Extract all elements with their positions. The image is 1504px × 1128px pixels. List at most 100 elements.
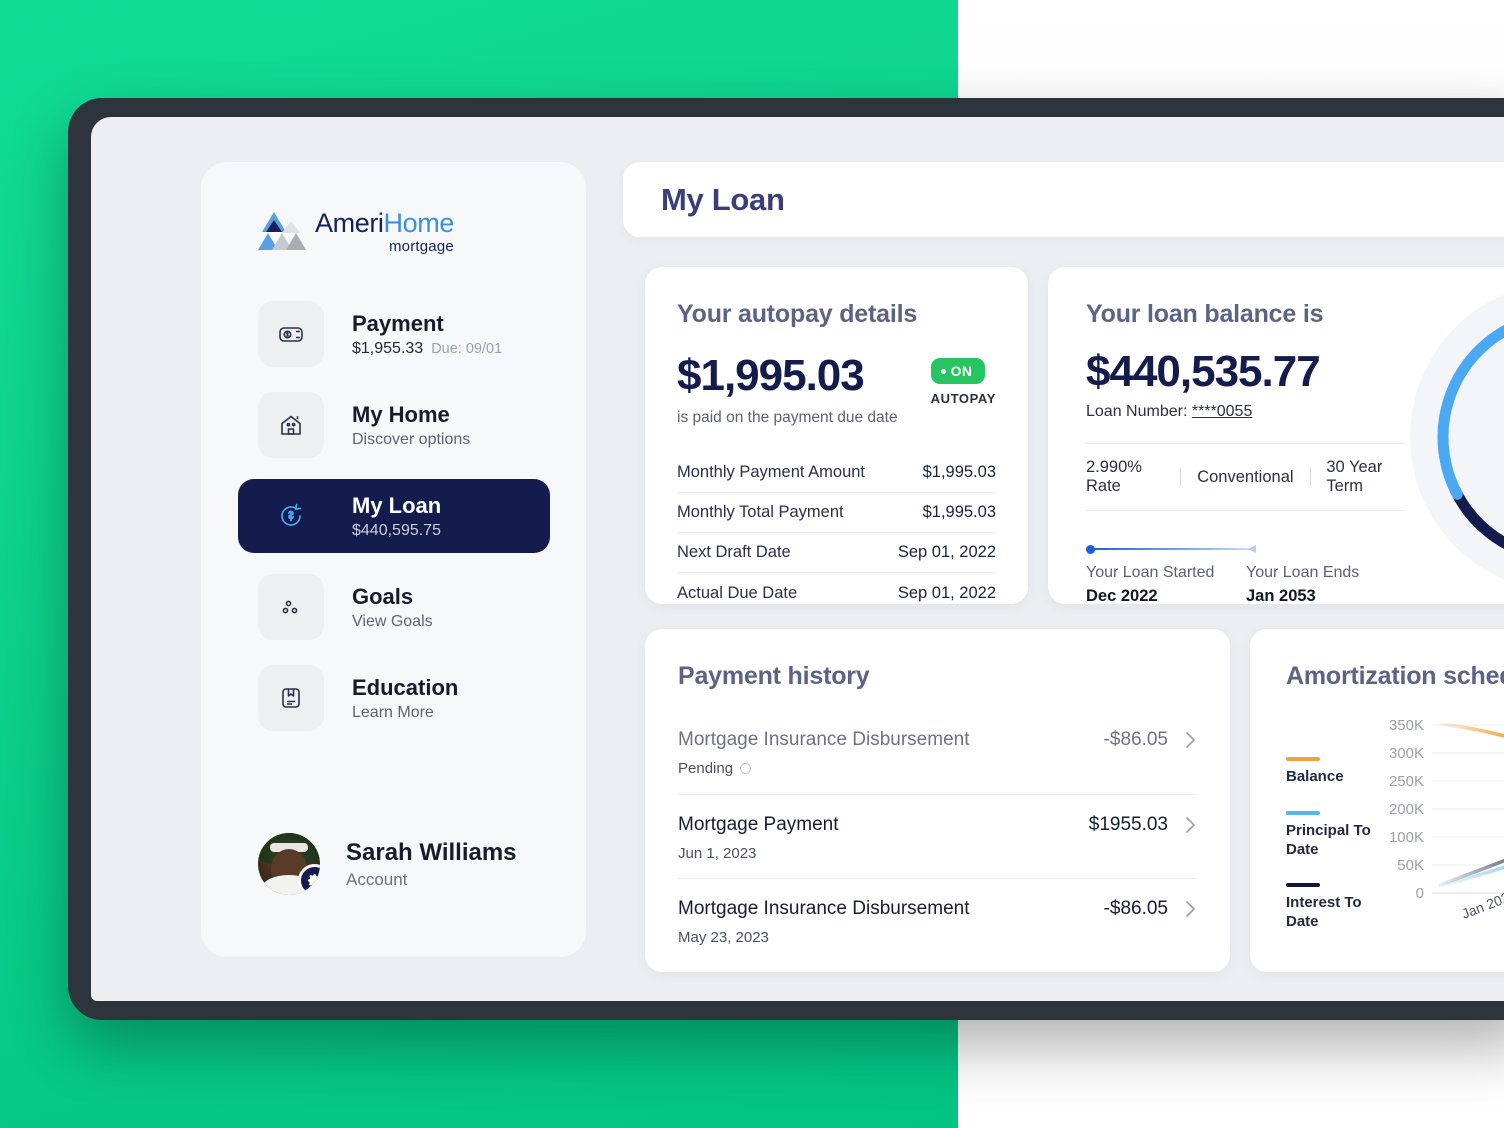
sidebar: AmeriHome mortgage Payment $1,955.33 Due… <box>201 162 586 957</box>
list-item[interactable]: Mortgage Insurance Disbursement -$86.05 … <box>678 892 1196 962</box>
payment-card-icon <box>258 301 324 367</box>
sidebar-item-education[interactable]: Education Learn More <box>238 661 550 735</box>
sidebar-item-subtitle: View Goals <box>352 612 433 630</box>
autopay-caption: AUTOPAY <box>930 391 996 406</box>
timeline-start-dot-icon <box>1086 545 1095 554</box>
loan-balance-card: Your loan balance is $440,535.77 Loan Nu… <box>1048 267 1504 604</box>
list-item[interactable]: Mortgage Insurance Disbursement -$86.05 … <box>678 723 1196 795</box>
y-tick-label: 0 <box>1416 885 1424 902</box>
sidebar-item-goals[interactable]: Goals View Goals <box>238 570 550 644</box>
profile-section[interactable]: Sarah Williams Account <box>258 833 517 895</box>
sidebar-item-my-loan[interactable]: My Loan $440,595.75 <box>238 479 550 553</box>
donut-chart-icon <box>1437 309 1504 565</box>
list-item[interactable]: Mortgage Payment $1955.03 Jun 1, 2023 <box>678 808 1196 879</box>
sidebar-nav: Payment $1,955.33 Due: 09/01 My Home Dis… <box>238 297 550 752</box>
row-key: Actual Due Date <box>677 583 798 602</box>
legend-label: Interest To Date <box>1286 894 1362 930</box>
status-dot-icon <box>940 368 946 374</box>
sidebar-item-title: My Home <box>352 402 450 428</box>
loan-number-value[interactable]: ****0055 <box>1192 403 1253 420</box>
loan-type: Conventional <box>1197 467 1294 486</box>
sidebar-payment-due: Due: 09/01 <box>431 340 503 357</box>
sidebar-item-title: Payment <box>352 311 444 337</box>
legend-swatch-icon <box>1286 810 1320 815</box>
row-value: $1,995.03 <box>922 503 996 521</box>
brand-logo: AmeriHome mortgage <box>258 210 454 254</box>
loan-meta-strip: 2.990% Rate Conventional 30 Year Term <box>1086 443 1406 511</box>
profile-subtitle: Account <box>346 869 408 889</box>
sidebar-item-payment[interactable]: Payment $1,955.33 Due: 09/01 <box>238 297 550 371</box>
device-screen: AmeriHome mortgage Payment $1,955.33 Due… <box>91 117 1504 1001</box>
main-content: My Loan Your autopay details $1,995.03 i… <box>623 162 1504 972</box>
table-row: Next Draft Date Sep 01, 2022 <box>677 533 996 573</box>
legend-label: Principal To Date <box>1286 821 1371 858</box>
autopay-status-badge[interactable]: ON <box>930 358 986 384</box>
loan-term: 30 Year Term <box>1326 458 1383 495</box>
timeline-start-value: Dec 2022 <box>1086 587 1158 604</box>
loan-dollar-icon <box>258 483 324 549</box>
payment-history-list: Mortgage Insurance Disbursement -$86.05 … <box>678 723 1196 962</box>
table-row: Actual Due Date Sep 01, 2022 <box>677 573 996 613</box>
loan-number-label: Loan Number: <box>1086 403 1188 420</box>
row-value: $1,995.03 <box>922 463 996 481</box>
autopay-details-list: Monthly Payment Amount $1,995.03 Monthly… <box>677 453 996 613</box>
autopay-status-label: ON <box>950 363 973 379</box>
table-row: Monthly Total Payment $1,995.03 <box>677 493 996 533</box>
education-book-icon <box>258 665 324 731</box>
sidebar-item-subtitle: $440,595.75 <box>352 521 441 539</box>
row-key: Next Draft Date <box>677 543 791 561</box>
profile-name: Sarah Williams <box>346 838 517 866</box>
sidebar-item-subtitle: Discover options <box>352 430 471 448</box>
y-tick-label: 200K <box>1389 801 1424 818</box>
autopay-amount: $1,995.03 <box>677 351 865 400</box>
timeline-start-label: Your Loan Started <box>1086 564 1215 581</box>
payment-history-card: Payment history Mortgage Insurance Disbu… <box>645 629 1230 972</box>
x-tick-label: Jan 2025 <box>1459 886 1504 922</box>
history-item-date: Jun 1, 2023 <box>678 845 757 862</box>
y-tick-label: 100K <box>1389 829 1424 846</box>
timeline-end-arrow-icon <box>1248 545 1256 553</box>
y-tick-label: 250K <box>1389 773 1424 790</box>
chevron-right-icon <box>1186 901 1196 917</box>
series-balance <box>1438 722 1504 738</box>
timeline-progress-bar <box>1091 548 1254 550</box>
sidebar-item-my-home[interactable]: My Home Discover options <box>238 388 550 462</box>
row-key: Monthly Total Payment <box>677 503 844 521</box>
legend-swatch-icon <box>1286 757 1320 761</box>
sidebar-item-title: My Loan <box>352 493 442 519</box>
loan-rate: 2.990% Rate <box>1086 458 1142 495</box>
amortization-schedule-card: Amortization schedule Balance Principal … <box>1250 629 1504 972</box>
history-item-name: Mortgage Payment <box>678 814 839 835</box>
gear-icon[interactable] <box>298 864 320 895</box>
avatar <box>258 833 320 895</box>
home-icon <box>258 392 324 458</box>
page-header: My Loan <box>623 162 1504 237</box>
brand-subtitle: mortgage <box>388 238 454 255</box>
pending-label: Pending <box>678 760 734 777</box>
history-item-amount: $1955.03 <box>1088 814 1168 835</box>
amerihome-logo-icon <box>258 212 306 250</box>
line-chart: 350K 300K 250K 200K 100K 50K 0 Jan 2025 <box>1389 717 1504 922</box>
table-row: Monthly Payment Amount $1,995.03 <box>677 453 996 493</box>
autopay-details-card: Your autopay details $1,995.03 is paid o… <box>645 267 1028 604</box>
series-interest-to-date <box>1438 858 1504 887</box>
y-tick-label: 350K <box>1389 717 1424 734</box>
loan-timeline: Your Loan Started Dec 2022 Your Loan End… <box>1086 545 1406 604</box>
pending-spinner-icon <box>740 763 752 774</box>
brand-name-part2: Home <box>383 208 455 238</box>
history-item-amount: -$86.05 <box>1103 898 1168 919</box>
history-item-date: May 23, 2023 <box>678 929 769 946</box>
divider <box>1180 468 1182 486</box>
history-item-status: Pending <box>678 760 752 777</box>
grid-lines <box>1432 724 1504 894</box>
divider <box>1309 468 1311 486</box>
sidebar-item-title: Goals <box>352 584 414 610</box>
device-frame: AmeriHome mortgage Payment $1,955.33 Due… <box>68 98 1504 1020</box>
sidebar-item-title: Education <box>352 675 459 701</box>
chart-legend: Balance Principal To Date Interest To Da… <box>1286 757 1376 956</box>
sidebar-payment-amount: $1,955.33 <box>352 339 424 357</box>
history-item-name: Mortgage Insurance Disbursement <box>678 729 970 750</box>
history-item-name: Mortgage Insurance Disbursement <box>678 898 970 919</box>
history-card-title: Payment history <box>678 662 870 690</box>
row-key: Monthly Payment Amount <box>677 463 866 481</box>
